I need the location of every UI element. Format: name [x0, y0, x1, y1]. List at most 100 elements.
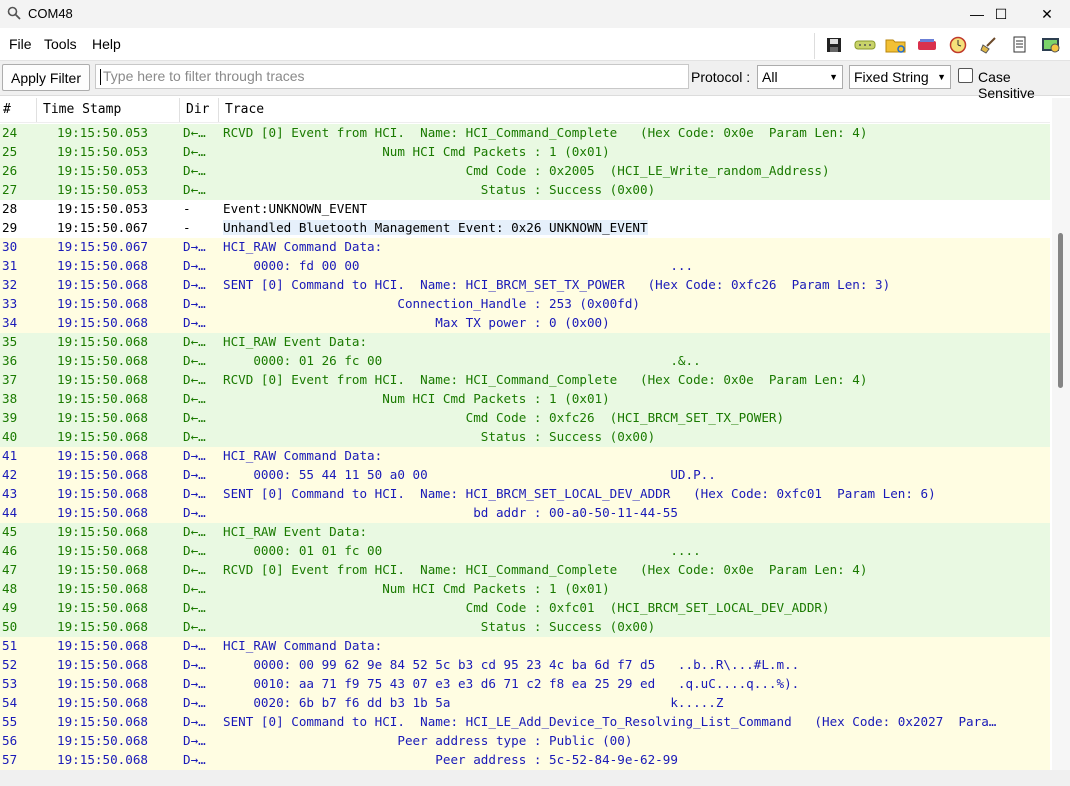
vertical-scrollbar[interactable]	[1052, 98, 1070, 770]
clear-icon[interactable]	[976, 33, 1002, 57]
serial-port-icon[interactable]	[852, 33, 878, 57]
row-number: 53	[2, 676, 18, 691]
trace-row[interactable]: 45 19:15:50.068 D←… HCI_RAW Event Data:	[0, 523, 1050, 542]
trace-row[interactable]: 40 19:15:50.068 D←… Status : Success (0x00…	[0, 428, 1050, 447]
row-number: 56	[2, 733, 18, 748]
row-direction: D→…	[183, 258, 206, 273]
trace-row[interactable]: 37 19:15:50.068 D←… RCVD [0] Event from HCI…	[0, 371, 1050, 390]
column-dir[interactable]: Dir	[186, 102, 209, 117]
close-button[interactable]: ✕	[1024, 0, 1070, 28]
protocol-value: All	[762, 69, 778, 85]
trace-row[interactable]: 53 19:15:50.068 D→… 0010: aa 71 f9 75 43 0…	[0, 675, 1050, 694]
trace-row[interactable]: 51 19:15:50.068 D→… HCI_RAW Command Data:	[0, 637, 1050, 656]
row-trace: Connection_Handle : 253 (0x00fd)	[223, 296, 641, 311]
row-timestamp: 19:15:50.068	[57, 638, 148, 653]
chevron-down-icon: ▼	[829, 72, 838, 82]
menu-file[interactable]: File	[9, 36, 32, 52]
row-direction: D→…	[183, 296, 206, 311]
row-number: 43	[2, 486, 18, 501]
menu-help[interactable]: Help	[92, 36, 121, 52]
trace-row[interactable]: 38 19:15:50.068 D←… Num HCI Cmd Packets : …	[0, 390, 1050, 409]
trace-row[interactable]: 55 19:15:50.068 D→… SENT [0] Command to HCI…	[0, 713, 1050, 732]
filter-input[interactable]: Type here to filter through traces	[95, 64, 689, 89]
trace-row[interactable]: 54 19:15:50.068 D→… 0020: 6b b7 f6 dd b3 1…	[0, 694, 1050, 713]
row-direction: D←…	[183, 334, 206, 349]
chevron-down-icon: ▼	[937, 72, 946, 82]
row-direction: D→…	[183, 486, 206, 501]
trace-row[interactable]: 44 19:15:50.068 D→… bd addr : 00-a0-50-11-…	[0, 504, 1050, 523]
row-direction: D←…	[183, 562, 206, 577]
row-trace: 0000: 01 01 fc 00 ....	[223, 543, 701, 558]
row-direction: D→…	[183, 714, 206, 729]
trace-row[interactable]: 26 19:15:50.053 D←… Cmd Code : 0x2005 (HCI…	[0, 162, 1050, 181]
trace-row[interactable]: 41 19:15:50.068 D→… HCI_RAW Command Data:	[0, 447, 1050, 466]
row-trace: RCVD [0] Event from HCI. Name: HCI_Comma…	[223, 372, 868, 387]
trace-row[interactable]: 48 19:15:50.068 D←… Num HCI Cmd Packets : …	[0, 580, 1050, 599]
row-direction: D←…	[183, 543, 206, 558]
trace-row[interactable]: 36 19:15:50.068 D←… 0000: 01 26 fc 00 .&..	[0, 352, 1050, 371]
capture-icon[interactable]	[914, 33, 940, 57]
config-icon[interactable]	[1038, 33, 1064, 57]
trace-row[interactable]: 33 19:15:50.068 D→… Connection_Handle : 25…	[0, 295, 1050, 314]
trace-row[interactable]: 25 19:15:50.053 D←… Num HCI Cmd Packets : …	[0, 143, 1050, 162]
row-number: 50	[2, 619, 18, 634]
trace-row[interactable]: 34 19:15:50.068 D→… Max TX power : 0 (0x00…	[0, 314, 1050, 333]
trace-row[interactable]: 29 19:15:50.067 - Unhandled Bluetooth Manag…	[0, 219, 1050, 238]
row-timestamp: 19:15:50.067	[57, 220, 148, 235]
row-number: 46	[2, 543, 18, 558]
trace-row[interactable]: 31 19:15:50.068 D→… 0000: fd 00 00 ...	[0, 257, 1050, 276]
row-direction: D←…	[183, 144, 206, 159]
case-sensitive-checkbox[interactable]	[958, 68, 973, 83]
trace-row[interactable]: 43 19:15:50.068 D→… SENT [0] Command to HCI…	[0, 485, 1050, 504]
row-number: 47	[2, 562, 18, 577]
trace-row[interactable]: 50 19:15:50.068 D←… Status : Success (0x00…	[0, 618, 1050, 637]
trace-row[interactable]: 56 19:15:50.068 D→… Peer address type : Pu…	[0, 732, 1050, 751]
row-trace: Event:UNKNOWN_EVENT	[223, 201, 368, 216]
row-timestamp: 19:15:50.068	[57, 372, 148, 387]
row-direction: D→…	[183, 638, 206, 653]
row-timestamp: 19:15:50.068	[57, 600, 148, 615]
row-trace: SENT [0] Command to HCI. Name: HCI_BRCM_…	[223, 277, 891, 292]
column-trace[interactable]: Trace	[225, 102, 264, 117]
row-trace: 0000: 00 99 62 9e 84 52 5c b3 cd 95 23 4…	[223, 657, 800, 672]
row-direction: D→…	[183, 448, 206, 463]
trace-row[interactable]: 42 19:15:50.068 D→… 0000: 55 44 11 50 a0 0…	[0, 466, 1050, 485]
column-timestamp[interactable]: Time Stamp	[43, 102, 121, 117]
match-mode-select[interactable]: Fixed String ▼	[849, 65, 951, 89]
trace-row[interactable]: 49 19:15:50.068 D←… Cmd Code : 0xfc01 (HCI…	[0, 599, 1050, 618]
trace-row[interactable]: 30 19:15:50.067 D→… HCI_RAW Command Data:	[0, 238, 1050, 257]
row-number: 57	[2, 752, 18, 767]
row-direction: D→…	[183, 315, 206, 330]
trace-row[interactable]: 24 19:15:50.053 D←… RCVD [0] Event from HCI…	[0, 124, 1050, 143]
trace-row[interactable]: 28 19:15:50.053 - Event:UNKNOWN_EVENT	[0, 200, 1050, 219]
protocol-label: Protocol :	[691, 69, 751, 85]
apply-filter-button[interactable]: Apply Filter	[2, 64, 90, 91]
row-direction: D←…	[183, 524, 206, 539]
row-direction: D→…	[183, 695, 206, 710]
log-icon[interactable]	[1007, 33, 1033, 57]
trace-row[interactable]: 32 19:15:50.068 D→… SENT [0] Command to HCI…	[0, 276, 1050, 295]
menu-tools[interactable]: Tools	[44, 36, 77, 52]
trace-row[interactable]: 52 19:15:50.068 D→… 0000: 00 99 62 9e 84 5…	[0, 656, 1050, 675]
trace-row[interactable]: 46 19:15:50.068 D←… 0000: 01 01 fc 00 ....	[0, 542, 1050, 561]
column-num[interactable]: #	[3, 102, 11, 117]
row-number: 31	[2, 258, 18, 273]
row-direction: D→…	[183, 733, 206, 748]
row-number: 55	[2, 714, 18, 729]
trace-row[interactable]: 47 19:15:50.068 D←… RCVD [0] Event from HCI…	[0, 561, 1050, 580]
maximize-button[interactable]: ☐	[978, 0, 1024, 28]
scrollbar-thumb[interactable]	[1058, 233, 1063, 388]
protocol-select[interactable]: All ▼	[757, 65, 843, 89]
save-icon[interactable]	[821, 33, 847, 57]
row-trace: 0000: 55 44 11 50 a0 00 UD.P..	[223, 467, 716, 482]
open-folder-icon[interactable]	[883, 33, 909, 57]
trace-row[interactable]: 39 19:15:50.068 D←… Cmd Code : 0xfc26 (HCI…	[0, 409, 1050, 428]
trace-row[interactable]: 35 19:15:50.068 D←… HCI_RAW Event Data:	[0, 333, 1050, 352]
trace-row[interactable]: 57 19:15:50.068 D→… Peer address : 5c-52-8…	[0, 751, 1050, 770]
close-icon: ✕	[1041, 5, 1053, 22]
row-trace: Cmd Code : 0xfc26 (HCI_BRCM_SET_TX_POWER…	[223, 410, 785, 425]
row-direction: D←…	[183, 429, 206, 444]
row-trace: Num HCI Cmd Packets : 1 (0x01)	[223, 581, 610, 596]
trace-row[interactable]: 27 19:15:50.053 D←… Status : Success (0x00…	[0, 181, 1050, 200]
clock-icon[interactable]	[945, 33, 971, 57]
